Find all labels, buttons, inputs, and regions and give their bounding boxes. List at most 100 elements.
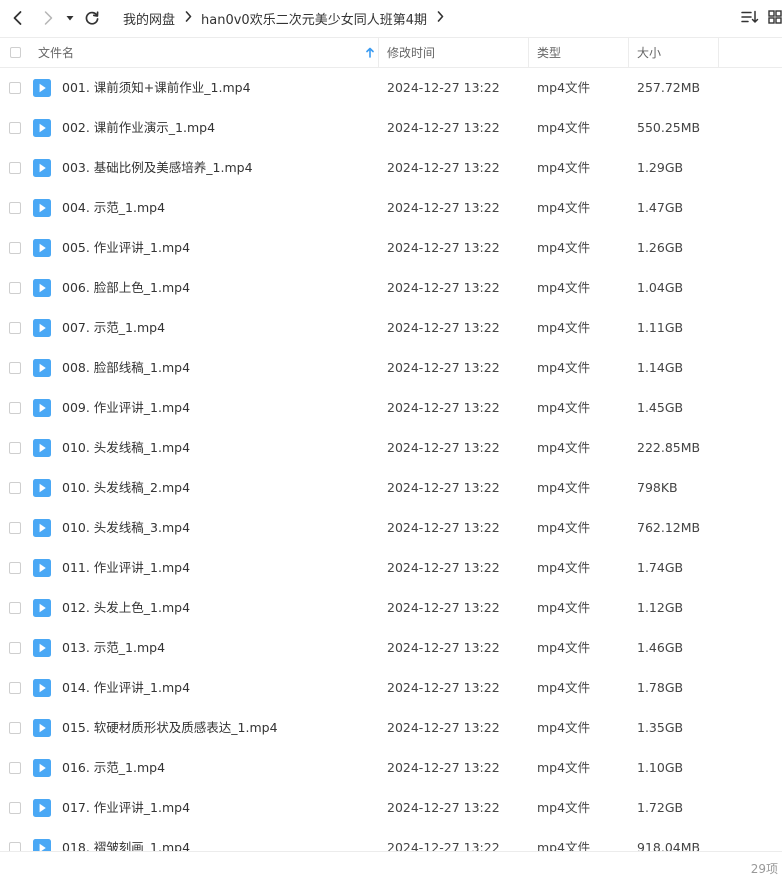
forward-button[interactable] bbox=[36, 6, 60, 30]
file-name[interactable]: 011. 作业评讲_1.mp4 bbox=[62, 548, 190, 588]
select-all-checkbox[interactable] bbox=[10, 38, 24, 67]
row-checkbox[interactable] bbox=[9, 362, 21, 374]
row-checkbox[interactable] bbox=[9, 242, 21, 254]
column-divider[interactable] bbox=[378, 38, 379, 67]
row-checkbox[interactable] bbox=[9, 322, 21, 334]
file-row[interactable]: 014. 作业评讲_1.mp4 2024-12-27 13:22 mp4文件 1.78… bbox=[0, 668, 782, 708]
file-name[interactable]: 010. 头发线稿_1.mp4 bbox=[62, 428, 190, 468]
row-checkbox[interactable] bbox=[9, 482, 21, 494]
column-divider[interactable] bbox=[628, 38, 629, 67]
file-row[interactable]: 013. 示范_1.mp4 2024-12-27 13:22 mp4文件 1.46GB bbox=[0, 628, 782, 668]
column-header-size[interactable]: 大小 bbox=[637, 38, 717, 67]
file-row[interactable]: 017. 作业评讲_1.mp4 2024-12-27 13:22 mp4文件 1.72… bbox=[0, 788, 782, 828]
file-name[interactable]: 017. 作业评讲_1.mp4 bbox=[62, 788, 190, 828]
file-modified-time: 2024-12-27 13:22 bbox=[387, 360, 500, 375]
file-name[interactable]: 018. 褶皱刻画_1.mp4 bbox=[62, 828, 190, 851]
row-checkbox[interactable] bbox=[9, 442, 21, 454]
file-row[interactable]: 016. 示范_1.mp4 2024-12-27 13:22 mp4文件 1.10GB bbox=[0, 748, 782, 788]
file-size: 1.46GB bbox=[637, 640, 684, 655]
breadcrumb-item-root[interactable]: 我的网盘 bbox=[123, 9, 175, 28]
file-size: 1.74GB bbox=[637, 560, 684, 575]
file-row[interactable]: 005. 作业评讲_1.mp4 2024-12-27 13:22 mp4文件 1.26… bbox=[0, 228, 782, 268]
column-header-modified[interactable]: 修改时间 bbox=[387, 38, 527, 67]
file-type: mp4文件 bbox=[537, 720, 591, 735]
file-type: mp4文件 bbox=[537, 320, 591, 335]
refresh-button[interactable] bbox=[80, 6, 104, 30]
file-row[interactable]: 010. 头发线稿_2.mp4 2024-12-27 13:22 mp4文件 798K… bbox=[0, 468, 782, 508]
row-checkbox[interactable] bbox=[9, 562, 21, 574]
column-divider[interactable] bbox=[528, 38, 529, 67]
file-row[interactable]: 012. 头发上色_1.mp4 2024-12-27 13:22 mp4文件 1.12… bbox=[0, 588, 782, 628]
file-row[interactable]: 009. 作业评讲_1.mp4 2024-12-27 13:22 mp4文件 1.45… bbox=[0, 388, 782, 428]
row-checkbox[interactable] bbox=[9, 402, 21, 414]
row-checkbox[interactable] bbox=[9, 682, 21, 694]
file-name[interactable]: 012. 头发上色_1.mp4 bbox=[62, 588, 190, 628]
file-row[interactable]: 003. 基础比例及美感培养_1.mp4 2024-12-27 13:22 mp4文… bbox=[0, 148, 782, 188]
top-toolbar: 我的网盘 han0v0欢乐二次元美少女同人班第4期 bbox=[0, 0, 782, 36]
row-checkbox[interactable] bbox=[9, 722, 21, 734]
column-header-size-label: 大小 bbox=[637, 46, 662, 60]
file-type: mp4文件 bbox=[537, 120, 591, 135]
sort-list-icon bbox=[741, 9, 759, 28]
file-name[interactable]: 010. 头发线稿_3.mp4 bbox=[62, 508, 190, 548]
row-checkbox[interactable] bbox=[9, 282, 21, 294]
file-modified-time: 2024-12-27 13:22 bbox=[387, 560, 500, 575]
file-row[interactable]: 010. 头发线稿_1.mp4 2024-12-27 13:22 mp4文件 222.… bbox=[0, 428, 782, 468]
file-row[interactable]: 008. 脸部线稿_1.mp4 2024-12-27 13:22 mp4文件 1.14… bbox=[0, 348, 782, 388]
column-header-type[interactable]: 类型 bbox=[537, 38, 627, 67]
file-name[interactable]: 004. 示范_1.mp4 bbox=[62, 188, 165, 228]
file-row[interactable]: 006. 脸部上色_1.mp4 2024-12-27 13:22 mp4文件 1.04… bbox=[0, 268, 782, 308]
column-header-name[interactable]: 文件名 bbox=[38, 38, 374, 67]
file-modified-time: 2024-12-27 13:22 bbox=[387, 280, 500, 295]
file-name[interactable]: 013. 示范_1.mp4 bbox=[62, 628, 165, 668]
row-checkbox[interactable] bbox=[9, 842, 21, 851]
refresh-icon bbox=[84, 10, 100, 26]
row-checkbox[interactable] bbox=[9, 122, 21, 134]
file-row[interactable]: 004. 示范_1.mp4 2024-12-27 13:22 mp4文件 1.47GB bbox=[0, 188, 782, 228]
row-checkbox[interactable] bbox=[9, 202, 21, 214]
file-name[interactable]: 008. 脸部线稿_1.mp4 bbox=[62, 348, 190, 388]
file-name[interactable]: 014. 作业评讲_1.mp4 bbox=[62, 668, 190, 708]
video-file-icon bbox=[33, 159, 51, 177]
file-modified-time: 2024-12-27 13:22 bbox=[387, 760, 500, 775]
file-name[interactable]: 002. 课前作业演示_1.mp4 bbox=[62, 108, 215, 148]
file-name[interactable]: 015. 软硬材质形状及质感表达_1.mp4 bbox=[62, 708, 278, 748]
history-dropdown-button[interactable] bbox=[60, 6, 80, 30]
file-name[interactable]: 005. 作业评讲_1.mp4 bbox=[62, 228, 190, 268]
file-row[interactable]: 007. 示范_1.mp4 2024-12-27 13:22 mp4文件 1.11GB bbox=[0, 308, 782, 348]
file-name[interactable]: 006. 脸部上色_1.mp4 bbox=[62, 268, 190, 308]
sort-button[interactable] bbox=[741, 6, 759, 30]
file-type: mp4文件 bbox=[537, 440, 591, 455]
breadcrumb-item-current-folder[interactable]: han0v0欢乐二次元美少女同人班第4期 bbox=[201, 9, 427, 28]
row-checkbox[interactable] bbox=[9, 642, 21, 654]
file-modified-time: 2024-12-27 13:22 bbox=[387, 320, 500, 335]
file-type: mp4文件 bbox=[537, 400, 591, 415]
file-name[interactable]: 003. 基础比例及美感培养_1.mp4 bbox=[62, 148, 253, 188]
column-divider[interactable] bbox=[718, 38, 719, 67]
row-checkbox[interactable] bbox=[9, 82, 21, 94]
file-size: 1.72GB bbox=[637, 800, 684, 815]
file-size: 918.04MB bbox=[637, 840, 701, 851]
row-checkbox[interactable] bbox=[9, 802, 21, 814]
file-name[interactable]: 010. 头发线稿_2.mp4 bbox=[62, 468, 190, 508]
file-row[interactable]: 002. 课前作业演示_1.mp4 2024-12-27 13:22 mp4文件 55… bbox=[0, 108, 782, 148]
video-file-icon bbox=[33, 79, 51, 97]
file-row[interactable]: 010. 头发线稿_3.mp4 2024-12-27 13:22 mp4文件 762.… bbox=[0, 508, 782, 548]
view-mode-button[interactable] bbox=[768, 6, 782, 30]
row-checkbox[interactable] bbox=[9, 522, 21, 534]
file-type: mp4文件 bbox=[537, 200, 591, 215]
row-checkbox[interactable] bbox=[9, 762, 21, 774]
file-row[interactable]: 015. 软硬材质形状及质感表达_1.mp4 2024-12-27 13:22 mp… bbox=[0, 708, 782, 748]
file-name[interactable]: 007. 示范_1.mp4 bbox=[62, 308, 165, 348]
file-row[interactable]: 001. 课前须知+课前作业_1.mp4 2024-12-27 13:22 mp4文… bbox=[0, 68, 782, 108]
file-name[interactable]: 016. 示范_1.mp4 bbox=[62, 748, 165, 788]
back-button[interactable] bbox=[6, 6, 30, 30]
row-checkbox[interactable] bbox=[9, 162, 21, 174]
file-row[interactable]: 011. 作业评讲_1.mp4 2024-12-27 13:22 mp4文件 1.74… bbox=[0, 548, 782, 588]
file-modified-time: 2024-12-27 13:22 bbox=[387, 480, 500, 495]
file-name[interactable]: 001. 课前须知+课前作业_1.mp4 bbox=[62, 68, 251, 108]
file-row[interactable]: 018. 褶皱刻画_1.mp4 2024-12-27 13:22 mp4文件 918.… bbox=[0, 828, 782, 851]
file-name[interactable]: 009. 作业评讲_1.mp4 bbox=[62, 388, 190, 428]
row-checkbox[interactable] bbox=[9, 602, 21, 614]
file-type: mp4文件 bbox=[537, 840, 591, 851]
